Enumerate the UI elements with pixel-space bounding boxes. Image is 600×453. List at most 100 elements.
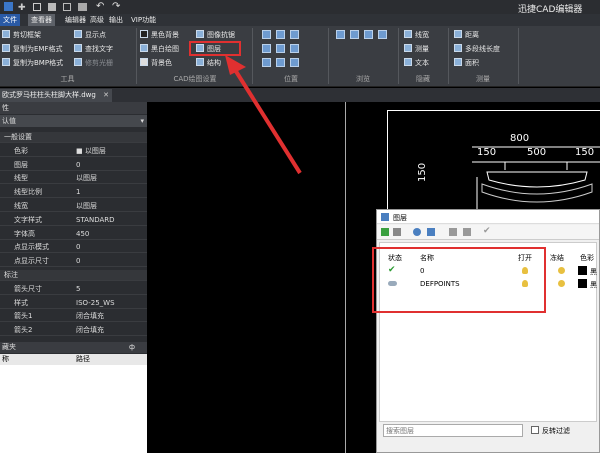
color-swatch[interactable] (578, 266, 587, 275)
property-row[interactable]: 点显示尺寸 0 (0, 256, 147, 268)
property-row[interactable]: 线型 以图层 (0, 173, 147, 185)
polyline-length-button[interactable]: 多段线长度 (454, 43, 500, 55)
area-button[interactable]: 面积 (454, 57, 479, 69)
delete-layer-icon[interactable] (393, 228, 401, 236)
property-row[interactable]: 箭头尺寸 5 (0, 284, 147, 295)
settings-icon[interactable] (463, 228, 471, 236)
distance-button[interactable]: 距离 (454, 29, 479, 41)
text-toggle-button[interactable]: 文本 (404, 57, 429, 69)
black-bg-button[interactable]: 黑色背景 (140, 29, 179, 41)
property-row[interactable]: 图层 0 (0, 160, 147, 171)
app-icon (4, 2, 13, 11)
property-row[interactable]: 线型比例 1 (0, 187, 147, 199)
red-arrow (225, 55, 302, 175)
zoom-dropdown-icon[interactable] (290, 30, 299, 39)
color-name: 黑 (590, 268, 597, 276)
sun-icon[interactable] (558, 267, 565, 274)
header-freeze[interactable]: 冻结 (550, 253, 564, 263)
column-name[interactable]: 称 (2, 354, 9, 365)
pin-icon[interactable]: ф (129, 342, 135, 353)
copy-emf-button[interactable]: 复制为EMF格式 (2, 43, 63, 55)
check-icon[interactable]: ✔ (483, 226, 491, 236)
document-tab[interactable]: 欧式罗马柱柱头柱脚大样.dwg ✕ (0, 89, 112, 102)
property-value: ■ 以图层 (76, 146, 106, 155)
invert-filter-label: 反转过滤 (542, 427, 570, 435)
undo-icon[interactable]: ↶ (96, 1, 104, 12)
invert-filter-checkbox[interactable] (531, 426, 539, 434)
property-row[interactable]: 箭头2 闭合填充 (0, 325, 147, 337)
pan-icon[interactable] (262, 44, 271, 53)
property-row[interactable]: 点显示模式 0 (0, 242, 147, 254)
find-text-button[interactable]: 查找文字 (74, 43, 113, 55)
dim-label-right: 150 (575, 147, 595, 158)
zoom-window-icon[interactable] (262, 30, 271, 39)
zoom-out-icon[interactable] (290, 44, 299, 53)
property-row[interactable]: 线宽 以图层 (0, 201, 147, 212)
area-icon (454, 58, 462, 66)
property-key: 文字样式 (14, 215, 42, 224)
set-current-icon[interactable] (413, 228, 421, 236)
layer-table-highlight (372, 247, 546, 313)
menu-viewer[interactable]: 查看器 (28, 14, 55, 26)
property-value: 以图层 (76, 174, 97, 183)
column-path[interactable]: 路径 (76, 354, 90, 365)
lineweight-button[interactable]: 线宽 (404, 29, 429, 41)
menu-editor[interactable]: 编辑器 (62, 14, 89, 26)
new-layer-icon[interactable] (381, 228, 389, 236)
cut-frame-button[interactable]: 剪切框架 (2, 29, 41, 41)
property-value: 闭合填充 (76, 326, 104, 335)
color-name: 黑 (590, 281, 597, 289)
menu-advanced[interactable]: 高级 (87, 14, 107, 26)
filter-icon[interactable] (449, 228, 457, 236)
menu-file[interactable]: 文件 (0, 14, 20, 26)
dim-label-left: 150 (477, 147, 497, 158)
structure-button[interactable]: 结构 (196, 57, 221, 69)
points-icon (74, 30, 82, 38)
close-tab-icon[interactable]: ✕ (103, 89, 109, 102)
save-icon[interactable] (48, 3, 56, 11)
property-row[interactable]: 样式 ISO-25_WS (0, 298, 147, 309)
dim-label-mid: 500 (527, 147, 547, 158)
property-value: 450 (76, 229, 90, 238)
text-icon (404, 58, 412, 66)
refresh-icon[interactable] (364, 30, 373, 39)
show-points-button[interactable]: 显示点 (74, 29, 106, 41)
dialog-titlebar: 图层 (377, 210, 599, 224)
zoom-in-icon[interactable] (276, 44, 285, 53)
copy-bmp-button[interactable]: 复制为BMP格式 (2, 57, 63, 69)
measure-toggle-button[interactable]: 测量 (404, 43, 429, 55)
property-key: 点显示尺寸 (14, 257, 49, 266)
properties-dropdown[interactable]: 认值 ▾ (0, 115, 147, 127)
antialias-button[interactable]: 图像抗锯 (196, 29, 235, 41)
zoom-extents-icon[interactable] (276, 30, 285, 39)
forward-icon[interactable] (350, 30, 359, 39)
sun-icon[interactable] (558, 280, 565, 287)
new-icon[interactable]: ✚ (18, 3, 26, 13)
lineweight-icon (404, 30, 412, 38)
property-row[interactable]: 一般设置 (0, 132, 147, 143)
property-row[interactable]: 箭头1 闭合填充 (0, 311, 147, 323)
browse-icon[interactable] (378, 30, 387, 39)
property-row[interactable]: 文字样式 STANDARD (0, 215, 147, 226)
property-row[interactable]: 字体高 450 (0, 229, 147, 240)
bookmark-columns: 称 路径 (0, 354, 147, 365)
layer-state-icon[interactable] (427, 228, 435, 236)
save-as-icon[interactable] (63, 3, 71, 11)
print-icon[interactable] (78, 3, 87, 11)
antialias-icon (196, 30, 204, 38)
redo-icon[interactable]: ↷ (112, 1, 120, 12)
header-color[interactable]: 色彩 (580, 253, 594, 263)
color-swatch[interactable] (578, 279, 587, 288)
bg-color-button[interactable]: 背景色 (140, 57, 172, 69)
open-icon[interactable] (33, 3, 41, 11)
property-row[interactable]: 色彩 ■ 以图层 (0, 146, 147, 157)
bw-draw-button[interactable]: 黑白绘图 (140, 43, 179, 55)
properties-panel: 性 认值 ▾ 一般设置 色彩 ■ 以图层 图层 0 线型 以图层 线型比例 1 线宽 以图层 文字样式… (0, 102, 147, 453)
property-row[interactable]: 标注 (0, 270, 147, 281)
group-label-hide: 隐藏 (416, 75, 430, 83)
trim-raster-button[interactable]: 修剪光栅 (74, 57, 113, 69)
layer-search-input[interactable] (383, 424, 523, 437)
menu-vip[interactable]: VIP功能 (128, 14, 159, 26)
back-icon[interactable] (336, 30, 345, 39)
menu-output[interactable]: 输出 (106, 14, 126, 26)
